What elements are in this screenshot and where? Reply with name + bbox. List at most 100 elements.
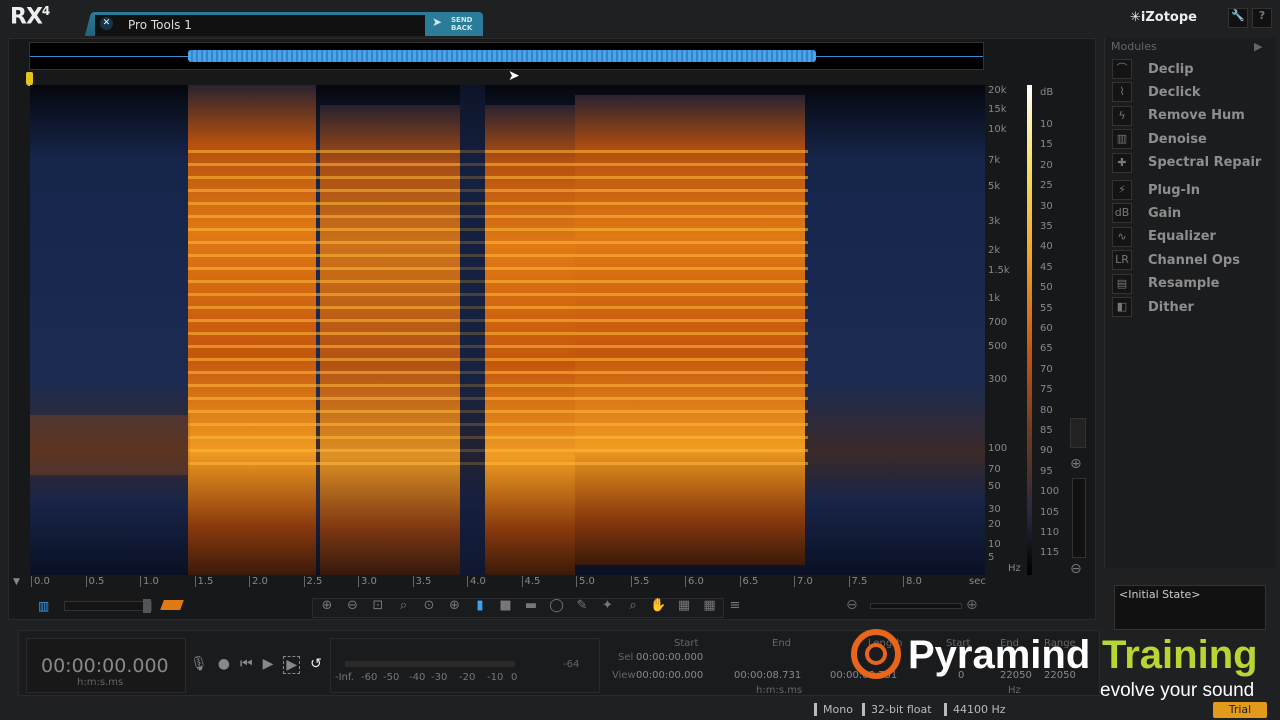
- expand-modules-icon[interactable]: ▶: [1254, 40, 1262, 53]
- grid-icon[interactable]: ▦: [673, 598, 695, 613]
- record-mic-icon[interactable]: 🎙: [190, 656, 208, 674]
- zoom-out-vertical-icon[interactable]: ⊖: [1070, 561, 1082, 577]
- go-to-start-button[interactable]: ⏮: [240, 656, 253, 674]
- colormap-thumb[interactable]: [1070, 418, 1086, 448]
- history-initial-state[interactable]: <Initial State>: [1119, 588, 1201, 601]
- db-tick-label: 60: [1040, 323, 1053, 334]
- play-button[interactable]: ▶: [263, 656, 274, 674]
- module-label: Channel Ops: [1148, 252, 1240, 268]
- freq-tick-label: 15k: [988, 104, 1007, 115]
- module-gain[interactable]: dB Gain: [1112, 202, 1272, 224]
- freq-tick-label: 20: [988, 519, 1001, 530]
- module-label: Equalizer: [1148, 229, 1216, 245]
- sel-value[interactable]: 00:00:00.000: [636, 652, 703, 663]
- zoom-in-icon[interactable]: ⊕: [316, 598, 338, 613]
- module-equalizer[interactable]: ∿ Equalizer: [1112, 226, 1272, 248]
- zoom-in-horizontal-icon[interactable]: ⊕: [966, 597, 978, 613]
- zoom-time-icon[interactable]: ⊙: [418, 598, 440, 613]
- settings-wrench-icon[interactable]: 🔧: [1228, 8, 1248, 28]
- meter-scale-label: -Inf.: [335, 672, 354, 683]
- horizontal-zoom-slider[interactable]: [870, 603, 962, 609]
- zoom-reset-icon[interactable]: ⌕: [393, 598, 415, 613]
- view-value[interactable]: 00:00:00.000: [636, 670, 703, 681]
- db-unit: dB: [1040, 87, 1054, 98]
- module-label: Remove Hum: [1148, 108, 1245, 124]
- freq-tick-label: 5k: [988, 181, 1001, 192]
- module-plug-in[interactable]: ⚡ Plug-In: [1112, 179, 1272, 201]
- meter-scale-label: -60: [361, 672, 378, 683]
- help-icon[interactable]: ?: [1252, 8, 1272, 28]
- db-tick-label: 50: [1040, 282, 1053, 294]
- loop-button[interactable]: ↺: [310, 656, 322, 674]
- spectrogram-view-icon[interactable]: [160, 600, 184, 610]
- lasso-tool[interactable]: ◯: [546, 598, 568, 613]
- hand-tool[interactable]: ✋: [648, 598, 670, 613]
- module-remove-hum[interactable]: ϟ Remove Hum: [1112, 105, 1272, 127]
- view-blend-slider[interactable]: [64, 599, 152, 613]
- time-tick-label: 5.5: [630, 576, 649, 587]
- play-selection-button[interactable]: ▶: [283, 656, 301, 674]
- module-resample[interactable]: ▤ Resample: [1112, 273, 1272, 295]
- module-channel-ops[interactable]: LR Channel Ops: [1112, 249, 1272, 271]
- freq-tick-label: 700: [988, 317, 1008, 328]
- brush-tool[interactable]: ✎: [571, 598, 593, 613]
- zoom-freq-icon[interactable]: ⊕: [444, 598, 466, 613]
- playhead-marker[interactable]: [26, 72, 33, 86]
- resample-icon: ▤: [1112, 273, 1132, 294]
- db-tick-label: 45: [1040, 261, 1053, 273]
- freq-tick-label: 5: [988, 552, 995, 563]
- time-tick-label: 4.5: [521, 576, 540, 587]
- time-tick-label: 0.5: [85, 576, 104, 587]
- zoom-out-icon[interactable]: ⊖: [342, 598, 364, 613]
- meter-scale-label: -10: [487, 672, 504, 683]
- time-tick-label: 0.0: [31, 576, 50, 587]
- record-button[interactable]: ●: [218, 656, 230, 674]
- module-label: Resample: [1148, 276, 1220, 292]
- db-tick-label: 30: [1040, 200, 1053, 212]
- time-tick-label: 1.5: [194, 576, 213, 587]
- time-tick-label: 8.0: [903, 576, 922, 587]
- menu-icon[interactable]: ≡: [724, 598, 746, 613]
- module-spectral-repair[interactable]: ✚ Spectral Repair: [1112, 152, 1272, 174]
- freq-tick-label: 3k: [988, 216, 1001, 227]
- vertical-zoom-slider[interactable]: [1072, 478, 1086, 558]
- pyramind-watermark: Pyramind Training evolve your sound: [851, 629, 1258, 700]
- collapse-icon[interactable]: ▼: [13, 577, 20, 587]
- close-tab-icon[interactable]: ✕: [100, 17, 113, 30]
- spectrogram[interactable]: [30, 85, 985, 575]
- gain-icon: dB: [1112, 203, 1132, 224]
- magnify-tool[interactable]: ⌕: [622, 598, 644, 613]
- freq-tick-label: 300: [988, 374, 1008, 385]
- module-declip[interactable]: ⌒ Declip: [1112, 58, 1272, 80]
- view-value[interactable]: 00:00:08.731: [734, 670, 801, 681]
- module-dither[interactable]: ◧ Dither: [1112, 296, 1272, 318]
- freq-tick-label: 30: [988, 504, 1001, 515]
- rect-select-tool[interactable]: ■: [495, 598, 517, 613]
- freq-select-tool[interactable]: ▬: [520, 598, 542, 613]
- spectral-repair-icon: ✚: [1112, 152, 1132, 173]
- status-channels: Mono: [814, 703, 853, 716]
- zoom-in-vertical-icon[interactable]: ⊕: [1070, 456, 1082, 472]
- level-meter: -64 -Inf. -60 -50 -40 -30 -20 -10 0: [330, 638, 600, 693]
- zoom-out-horizontal-icon[interactable]: ⊖: [846, 597, 858, 613]
- time-select-tool[interactable]: ▮: [469, 598, 491, 613]
- history-panel[interactable]: <Initial State>: [1114, 585, 1266, 630]
- db-tick-label: 70: [1040, 363, 1053, 375]
- module-declick[interactable]: ⌇ Declick: [1112, 81, 1272, 103]
- meter-scale-label: -40: [409, 672, 426, 683]
- sel-label: Sel: [618, 652, 634, 663]
- trial-button[interactable]: Trial: [1213, 702, 1267, 718]
- waveform-view-icon[interactable]: ▥: [38, 599, 49, 613]
- time-tick-label: 2.5: [303, 576, 322, 587]
- magic-wand-tool[interactable]: ✦: [597, 598, 619, 613]
- grid2-icon[interactable]: ▦: [699, 598, 721, 613]
- watermark-name2: Training: [1102, 633, 1258, 677]
- db-tick-label: 40: [1040, 241, 1053, 253]
- time-tick-label: 3.5: [412, 576, 431, 587]
- db-tick-label: 25: [1040, 180, 1053, 192]
- module-denoise[interactable]: ▥ Denoise: [1112, 128, 1272, 150]
- module-label: Declick: [1148, 84, 1201, 100]
- waveform-overview[interactable]: [29, 42, 984, 70]
- zoom-selection-icon[interactable]: ⊡: [367, 598, 389, 613]
- db-tick-label: 10: [1040, 119, 1053, 130]
